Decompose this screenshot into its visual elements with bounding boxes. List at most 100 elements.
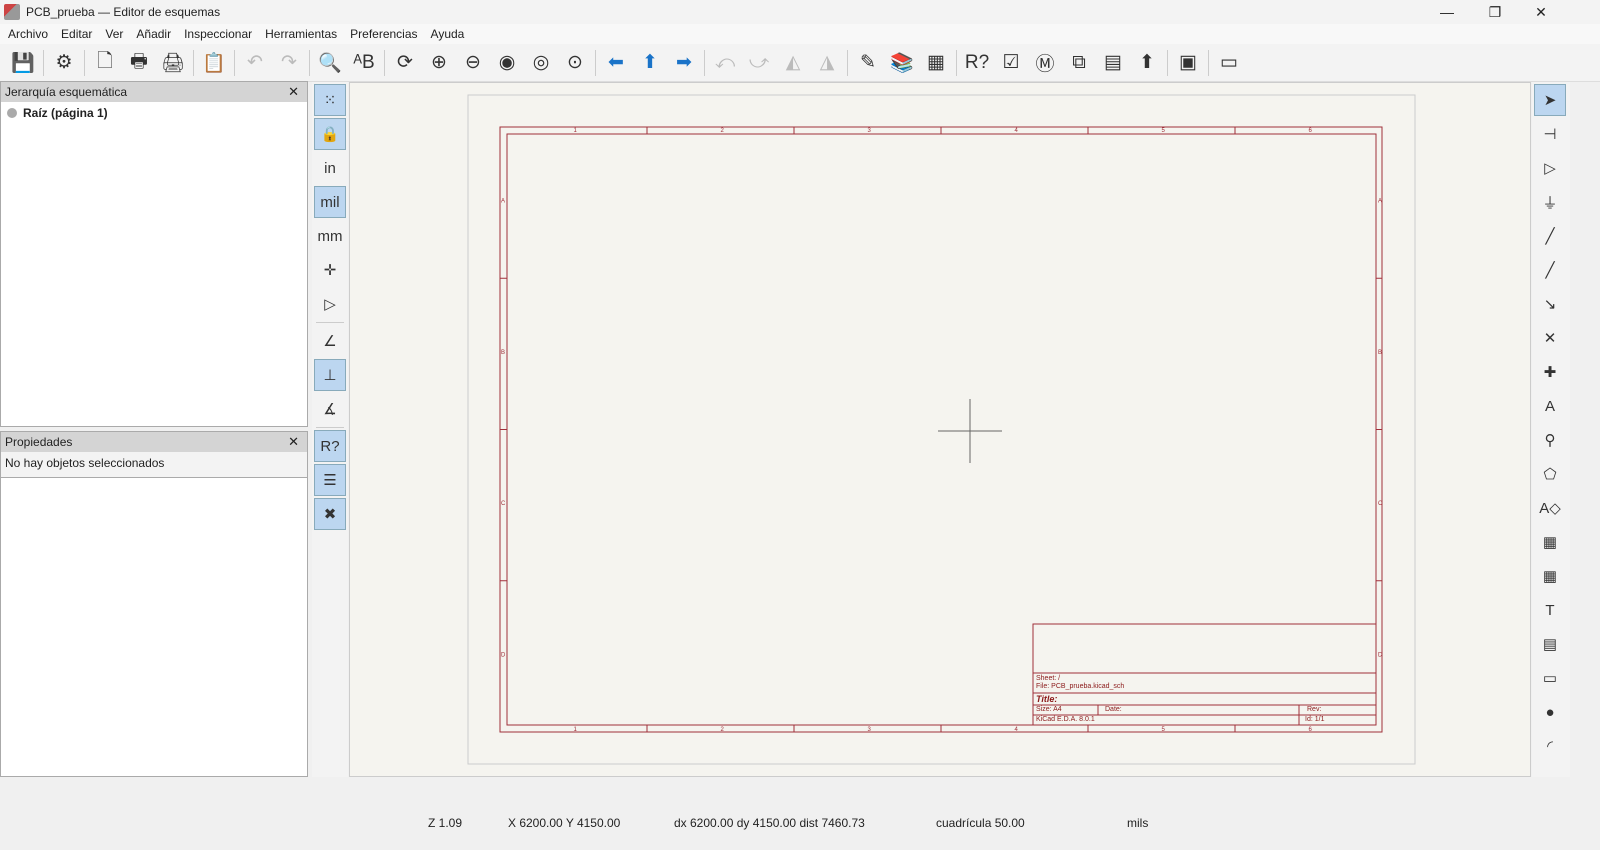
title-bar: PCB_prueba — Editor de esquemas — ❐ ✕: [0, 0, 1600, 24]
add-sheet-button[interactable]: ▦: [1534, 526, 1566, 558]
add-wire-button[interactable]: ╱: [1534, 220, 1566, 252]
add-symbol-button[interactable]: ▷: [1534, 152, 1566, 184]
add-circle-button[interactable]: ●: [1534, 696, 1566, 728]
line-mode-free-button[interactable]: ∠: [314, 325, 346, 357]
navigate-up-button[interactable]: ⬆: [635, 48, 665, 78]
annotate-button[interactable]: R?: [962, 48, 992, 78]
erc-button[interactable]: ☑: [996, 48, 1026, 78]
add-bus-entry-button[interactable]: ↘: [1534, 288, 1566, 320]
add-textbox-button[interactable]: ▤: [1534, 628, 1566, 660]
border-col-label: 3: [868, 128, 872, 134]
page-settings-icon: 🗋: [97, 50, 113, 72]
select-arrow-button[interactable]: ➤: [1534, 84, 1566, 116]
bom-button[interactable]: ⬆: [1132, 48, 1162, 78]
add-directive-label-button[interactable]: A◇: [1534, 492, 1566, 524]
find-replace-button[interactable]: ᴬB: [349, 48, 379, 78]
navigate-forward-button[interactable]: ➡: [669, 48, 699, 78]
mirror-h-button[interactable]: ◮: [812, 48, 842, 78]
fields-table-button[interactable]: ▤: [1098, 48, 1128, 78]
grid-lock-button[interactable]: 🔒: [314, 118, 346, 150]
units-mm-button[interactable]: mm: [314, 220, 346, 252]
add-bus-icon: ╱: [1545, 262, 1555, 279]
add-power-button[interactable]: ⏚: [1534, 186, 1566, 218]
menu-5[interactable]: Herramientas: [265, 27, 337, 41]
menu-1[interactable]: Editar: [61, 27, 92, 41]
symbol-editor-button[interactable]: ✎: [853, 48, 883, 78]
mirror-v-icon: ◭: [785, 52, 801, 73]
properties-panel-button[interactable]: ✖: [314, 498, 346, 530]
hidden-pins-button[interactable]: ▷: [314, 288, 346, 320]
add-rectangle-button[interactable]: ▭: [1534, 662, 1566, 694]
navigate-forward-icon: ➡: [676, 52, 692, 73]
refresh-button[interactable]: ⟳: [390, 48, 420, 78]
properties-close-button[interactable]: ✕: [288, 434, 299, 450]
menu-4[interactable]: Inspeccionar: [184, 27, 252, 41]
import-sheet-pin-button[interactable]: ▦: [1534, 560, 1566, 592]
zoom-out-button[interactable]: ⊖: [458, 48, 488, 78]
maximize-button[interactable]: ❐: [1472, 0, 1518, 24]
add-symbol-icon: ▷: [1544, 160, 1556, 177]
menu-0[interactable]: Archivo: [8, 27, 48, 41]
tb-file: File: PCB_prueba.kicad_sch: [1036, 683, 1125, 690]
add-bus-button[interactable]: ╱: [1534, 254, 1566, 286]
no-connect-button[interactable]: ✕: [1534, 322, 1566, 354]
footprint-editor-button[interactable]: ▦: [921, 48, 951, 78]
status-units: mils: [1127, 816, 1149, 830]
toolbar-separator: [43, 49, 44, 76]
units-mil-button[interactable]: mil: [314, 186, 346, 218]
units-inch-button[interactable]: in: [314, 152, 346, 184]
symbol-browser-button[interactable]: 📚: [887, 48, 917, 78]
line-mode-90-button[interactable]: ⊥: [314, 359, 346, 391]
assign-footprints-button[interactable]: ⧉: [1064, 48, 1094, 78]
scripting-console-icon: ▭: [1220, 52, 1238, 73]
close-button[interactable]: ✕: [1518, 0, 1564, 24]
rotate-cw-button[interactable]: ⤻: [744, 48, 774, 78]
add-hier-label-button[interactable]: ⬠: [1534, 458, 1566, 490]
highlight-net-button[interactable]: ⊣: [1534, 118, 1566, 150]
annotate-auto-button[interactable]: R?: [314, 430, 346, 462]
pcb-editor-button[interactable]: ▣: [1173, 48, 1203, 78]
add-global-label-button[interactable]: ⚲: [1534, 424, 1566, 456]
toolbar-separator: [316, 322, 344, 323]
navigate-back-icon: ⬅: [608, 52, 624, 73]
menu-2[interactable]: Ver: [105, 27, 123, 41]
mirror-v-button[interactable]: ◭: [778, 48, 808, 78]
scripting-console-button[interactable]: ▭: [1214, 48, 1244, 78]
plot-button[interactable]: 🖨: [158, 48, 188, 78]
add-junction-button[interactable]: ✚: [1534, 356, 1566, 388]
schematic-canvas[interactable]: 112233445566AABBCCDD Sheet: / File: PCB_…: [349, 82, 1531, 777]
find-button[interactable]: 🔍: [315, 48, 345, 78]
grid-button[interactable]: ⁙: [314, 84, 346, 116]
menu-7[interactable]: Ayuda: [431, 27, 465, 41]
add-arc-button[interactable]: ◜: [1534, 730, 1566, 762]
add-text-button[interactable]: T: [1534, 594, 1566, 626]
menu-6[interactable]: Preferencias: [350, 27, 417, 41]
simulator-button[interactable]: Ⓜ: [1030, 48, 1060, 78]
save-button[interactable]: 💾: [8, 48, 38, 78]
navigate-back-button[interactable]: ⬅: [601, 48, 631, 78]
import-sheet-pin-icon: ▦: [1542, 568, 1558, 585]
add-label-button[interactable]: A: [1534, 390, 1566, 422]
rotate-ccw-button[interactable]: ⤺: [710, 48, 740, 78]
zoom-objects-button[interactable]: ◎: [526, 48, 556, 78]
hierarchy-root-item[interactable]: Raíz (página 1): [1, 102, 307, 124]
hierarchy-close-button[interactable]: ✕: [288, 84, 299, 100]
cursor-shape-button[interactable]: ✛: [314, 254, 346, 286]
redo-button[interactable]: ↷: [274, 48, 304, 78]
drawing-sheet: 112233445566A AB BC CD D: [467, 94, 1416, 765]
line-mode-45-button[interactable]: ∡: [314, 393, 346, 425]
page-settings-button[interactable]: 🗋: [90, 48, 120, 78]
print-button[interactable]: 🖶: [124, 48, 154, 78]
schematic-setup-button[interactable]: ⚙: [49, 48, 79, 78]
hierarchy-panel-button[interactable]: ☰: [314, 464, 346, 496]
window-title: PCB_prueba — Editor de esquemas: [26, 5, 221, 19]
sheet-icon: [7, 108, 17, 118]
minimize-button[interactable]: —: [1424, 0, 1470, 24]
zoom-in-button[interactable]: ⊕: [424, 48, 454, 78]
undo-button[interactable]: ↶: [240, 48, 270, 78]
zoom-fit-button[interactable]: ◉: [492, 48, 522, 78]
paste-button[interactable]: 📋: [199, 48, 229, 78]
zoom-selection-button[interactable]: ⊙: [560, 48, 590, 78]
border-col-label: 2: [721, 128, 725, 134]
menu-3[interactable]: Añadir: [136, 27, 171, 41]
